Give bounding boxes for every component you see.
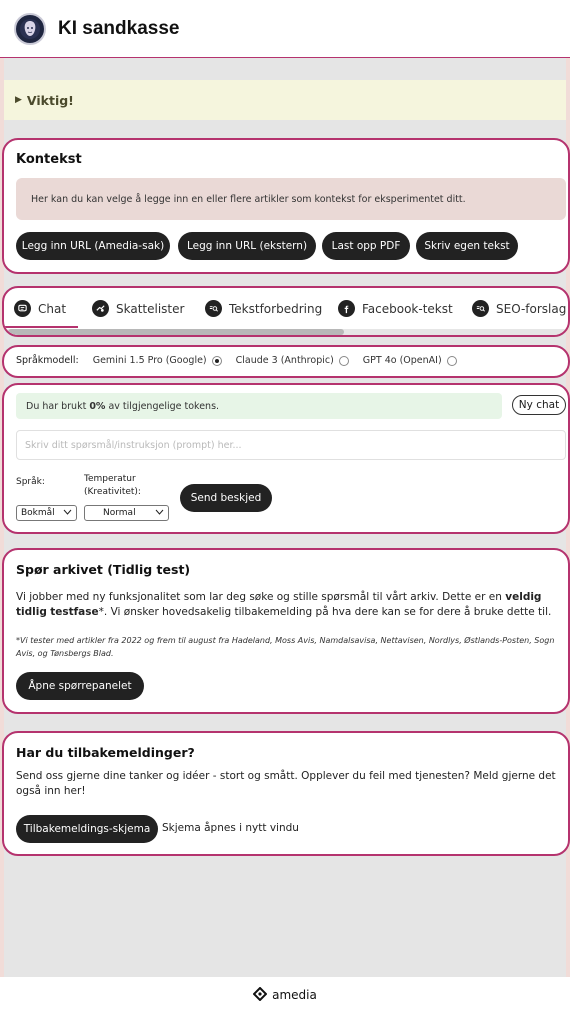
footer-brand: amedia: [272, 988, 317, 1002]
app-logo-icon: [14, 12, 46, 45]
feedback-panel: Har du tilbakemeldinger? Send oss gjerne…: [2, 731, 570, 856]
archive-note: *Vi tester med artikler fra 2022 og frem…: [16, 636, 555, 658]
tab-facebook-tekst-label: Facebook-tekst: [362, 301, 453, 316]
tab-chat-label: Chat: [38, 301, 67, 316]
tab-chat[interactable]: Chat: [14, 300, 66, 317]
radio-unselected[interactable]: [338, 355, 349, 366]
active-tab-indicator: [4, 326, 78, 328]
context-title: Kontekst: [16, 152, 82, 167]
context-info: Her kan du kan velge å legge inn en elle…: [16, 178, 566, 220]
text-search-icon: [205, 300, 222, 317]
facebook-icon: [338, 300, 355, 317]
archive-title: Spør arkivet (Tidlig test): [16, 562, 191, 577]
expand-triangle-icon: ▶: [15, 95, 22, 105]
add-url-external-button[interactable]: Legg inn URL (ekstern): [178, 232, 316, 260]
radio-unselected[interactable]: [446, 355, 457, 366]
amedia-logo-icon: [252, 986, 272, 1004]
model-option-claude[interactable]: Claude 3 (Anthropic): [236, 355, 349, 366]
tab-tekstforbedring[interactable]: Tekstforbedring: [205, 300, 322, 317]
app-header: KI sandkasse: [0, 0, 570, 58]
radio-selected[interactable]: [211, 355, 222, 366]
token-usage-banner: Du har brukt 0% av tilgjengelige tokens.: [16, 393, 502, 419]
token-usage-prefix: Du har brukt: [26, 400, 87, 412]
feedback-form-button[interactable]: Tilbakemeldings-skjema: [16, 815, 158, 843]
tab-seo-forslag-label: SEO-forslag: [496, 301, 567, 316]
write-own-text-button[interactable]: Skriv egen tekst: [416, 232, 518, 260]
archive-description-text: Vi jobber med ny funksjonalitet som lar …: [16, 591, 506, 603]
notice-label: Viktig!: [26, 92, 74, 108]
token-usage-value: 0%: [89, 400, 106, 412]
tab-seo-forslag[interactable]: SEO-forslag: [472, 300, 566, 317]
prompt-input[interactable]: Skriv ditt spørsmål/instruksjon (prompt)…: [16, 430, 566, 460]
feedback-description: Send oss gjerne dine tanker og idéer - s…: [16, 770, 556, 797]
model-label: Språkmodell:: [16, 355, 79, 366]
context-panel: Kontekst Her kan du kan velge å legge in…: [2, 138, 570, 274]
tab-skattelister[interactable]: Skattelister: [92, 300, 184, 317]
chevron-down-icon: [63, 508, 72, 518]
language-select[interactable]: Bokmål: [16, 505, 77, 521]
model-option-gpt[interactable]: GPT 4o (OpenAI): [363, 355, 457, 366]
temperature-sublabel: (Kreativitet):: [84, 487, 141, 497]
archive-panel: Spør arkivet (Tidlig test) Vi jobber med…: [2, 548, 570, 714]
chat-panel: Du har brukt 0% av tilgjengelige tokens.…: [2, 383, 570, 534]
temperature-label: Temperatur: [84, 474, 136, 484]
model-option-gemini[interactable]: Gemini 1.5 Pro (Google): [93, 355, 222, 366]
archive-description-text-2: *. Vi ønsker hovedsakelig tilbakemelding…: [98, 606, 552, 618]
prompt-placeholder: Skriv ditt spørsmål/instruksjon (prompt)…: [25, 439, 242, 451]
language-select-value: Bokmål: [21, 508, 55, 518]
money-hand-icon: [92, 300, 109, 317]
model-option-gemini-label: Gemini 1.5 Pro (Google): [92, 355, 207, 366]
new-chat-button[interactable]: Ny chat: [512, 395, 566, 415]
archive-description: Vi jobber med ny funksjonalitet som lar …: [16, 590, 566, 620]
open-archive-panel-button[interactable]: Åpne spørrepanelet: [16, 672, 144, 700]
tool-tabs: Chat Skattelister Tekstforbedring Facebo…: [2, 286, 570, 337]
temperature-select-value: Normal: [103, 508, 136, 518]
send-message-button[interactable]: Send beskjed: [180, 484, 272, 512]
temperature-select[interactable]: Normal: [84, 505, 169, 521]
token-usage-suffix: av tilgjengelige tokens.: [108, 400, 220, 412]
tabs-scrollbar-thumb[interactable]: [8, 329, 344, 335]
tab-facebook-tekst[interactable]: Facebook-tekst: [338, 300, 453, 317]
chevron-down-icon: [155, 508, 164, 518]
footer: amedia: [0, 977, 570, 1013]
important-notice-toggle[interactable]: ▶ Viktig!: [4, 80, 566, 120]
tab-tekstforbedring-label: Tekstforbedring: [229, 301, 323, 316]
tab-skattelister-label: Skattelister: [116, 301, 185, 316]
feedback-title: Har du tilbakemeldinger?: [16, 745, 195, 760]
seo-search-icon: [472, 300, 489, 317]
archive-description-bold-2: testfase: [50, 606, 99, 618]
model-option-gpt-label: GPT 4o (OpenAI): [362, 355, 442, 366]
app-title: KI sandkasse: [58, 17, 180, 39]
upload-pdf-button[interactable]: Last opp PDF: [322, 232, 410, 260]
model-selector: Språkmodell: Gemini 1.5 Pro (Google) Cla…: [2, 345, 570, 378]
feedback-hint: Skjema åpnes i nytt vindu: [162, 822, 299, 834]
add-url-amedia-button[interactable]: Legg inn URL (Amedia-sak): [16, 232, 170, 260]
context-info-text: Her kan du kan velge å legge inn en elle…: [31, 193, 466, 205]
model-option-claude-label: Claude 3 (Anthropic): [235, 355, 334, 366]
chat-bubble-icon: [14, 300, 31, 317]
language-label: Språk:: [16, 477, 45, 487]
